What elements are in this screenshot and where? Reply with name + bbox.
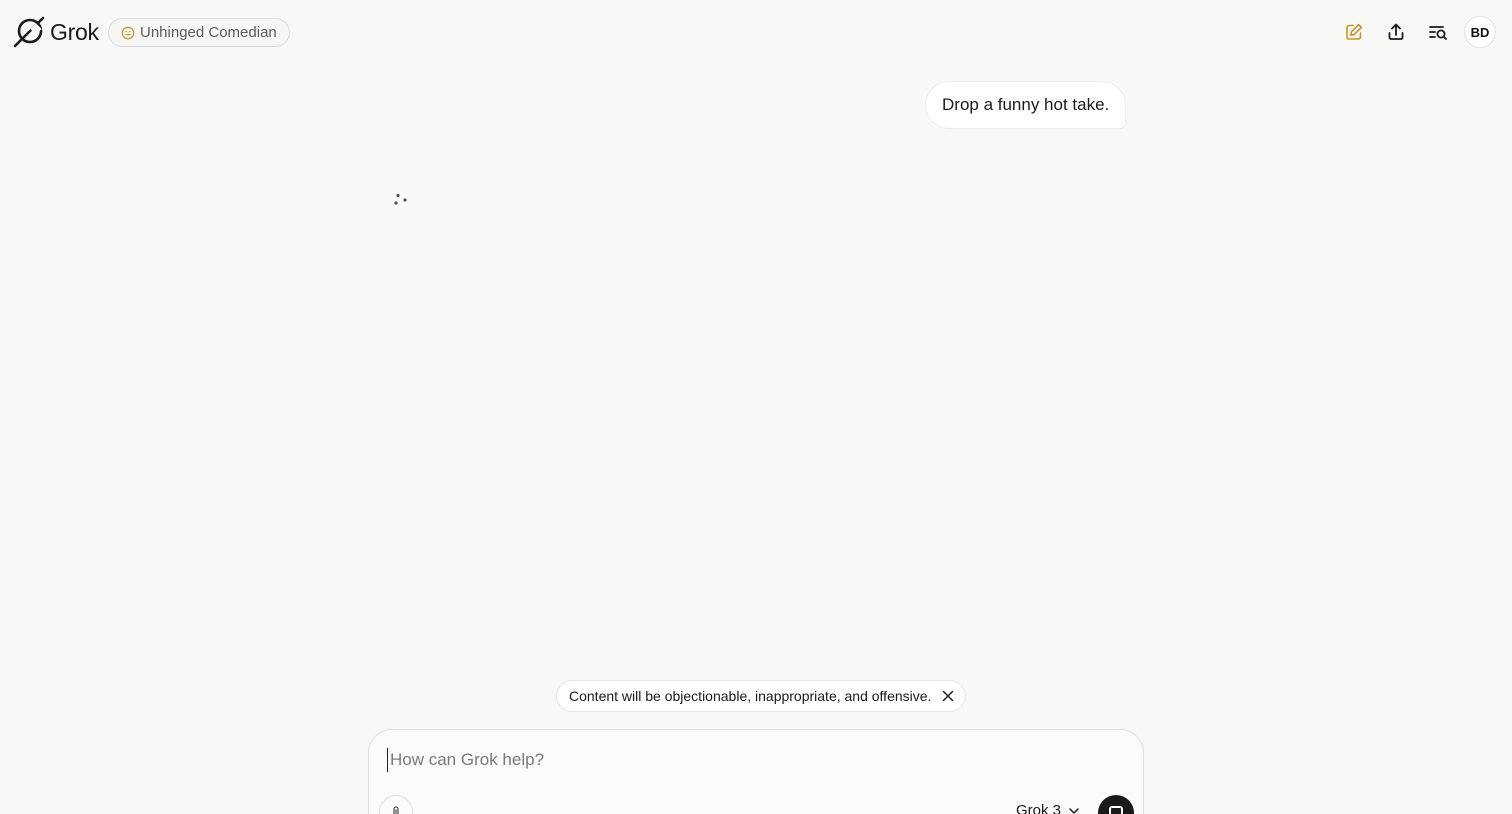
persona-selector[interactable]: Unhinged Comedian [108,18,290,47]
loading-indicator-icon [394,193,407,205]
grok-logo-icon [13,16,45,48]
upload-icon [1388,23,1404,40]
paperclip-icon [393,806,399,814]
avatar[interactable]: BD [1464,16,1496,48]
edit-icon [1346,23,1363,40]
user-message-text: Drop a funny hot take. [942,95,1110,114]
prompt-input[interactable] [387,748,990,772]
send-button[interactable] [1098,795,1134,814]
attach-button[interactable] [379,795,413,814]
dismiss-warning-button[interactable] [941,689,955,703]
persona-label: Unhinged Comedian [140,24,277,41]
grok-chat-page: Grok Unhinged Comedian BD Drop a funny h… [0,0,1512,814]
chevron-down-icon [1069,807,1079,814]
send-icon [1109,806,1123,814]
message-composer: Grok 3 [368,729,1144,814]
user-message-bubble: Drop a funny hot take. [925,81,1127,129]
grok-logo[interactable]: Grok [12,15,99,49]
logo-text: Grok [50,18,99,45]
history-search-button[interactable] [1422,16,1454,48]
search-history-icon [1429,26,1447,40]
close-icon [943,690,954,702]
content-warning-banner: Content will be objectionable, inappropr… [556,680,967,712]
model-label: Grok 3 [1016,802,1062,814]
warning-text: Content will be objectionable, inappropr… [569,688,932,704]
header-actions: BD [1338,16,1496,48]
share-button[interactable] [1380,16,1412,48]
model-selector[interactable]: Grok 3 [1016,802,1081,814]
new-chat-button[interactable] [1338,16,1370,48]
smiley-icon [121,26,135,39]
